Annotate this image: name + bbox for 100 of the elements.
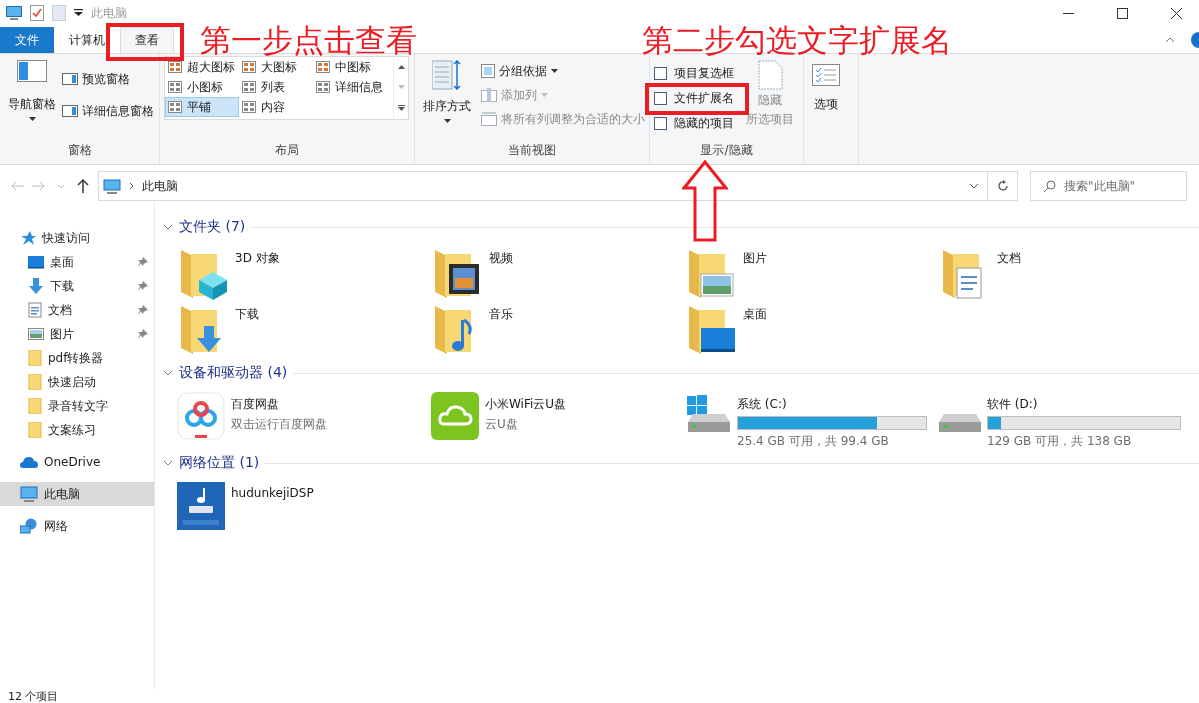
columns-icon bbox=[481, 112, 497, 126]
more-icon[interactable] bbox=[397, 105, 405, 111]
item-tile[interactable]: 3D 对象 bbox=[177, 244, 431, 300]
sidebar-item[interactable]: 下载 bbox=[0, 274, 154, 298]
view-icon bbox=[242, 61, 256, 73]
collapse-ribbon-icon[interactable] bbox=[1165, 37, 1175, 43]
desktop-icon bbox=[28, 255, 44, 269]
sidebar-item[interactable]: 桌面 bbox=[0, 250, 154, 274]
options-button[interactable]: 选项 bbox=[808, 64, 844, 117]
pin-icon[interactable] bbox=[138, 304, 148, 316]
sort-icon bbox=[432, 60, 462, 90]
layout-option[interactable]: 大图标 bbox=[239, 57, 313, 77]
layout-option[interactable]: 内容 bbox=[239, 97, 313, 117]
layout-option[interactable]: 中图标 bbox=[313, 57, 393, 77]
group-icon bbox=[481, 64, 495, 78]
picture-icon bbox=[28, 328, 44, 340]
layout-option[interactable]: 平铺 bbox=[165, 97, 239, 117]
network-icon bbox=[20, 518, 38, 534]
search-icon bbox=[1043, 179, 1056, 193]
ribbon-tab[interactable]: 文件 bbox=[0, 27, 54, 53]
item-tile[interactable]: 图片 bbox=[685, 244, 939, 300]
view-icon bbox=[316, 81, 330, 93]
address-field[interactable]: 此电脑 bbox=[98, 171, 988, 201]
preview-pane-button[interactable]: 预览窗格 bbox=[62, 68, 154, 90]
item-tile[interactable]: 系统 (C:) 25.4 GB 可用，共 99.4 GB bbox=[685, 390, 939, 446]
sidebar-item[interactable]: 网络 bbox=[0, 514, 154, 538]
details-pane-button[interactable]: 详细信息窗格 bbox=[62, 100, 154, 122]
sidebar-item[interactable]: OneDrive bbox=[0, 450, 154, 474]
item-tile[interactable]: 视频 bbox=[431, 244, 685, 300]
pin-icon[interactable] bbox=[138, 328, 148, 340]
caret-icon bbox=[443, 119, 451, 123]
item-tile[interactable]: 文档 bbox=[939, 244, 1193, 300]
computer-icon bbox=[20, 486, 38, 502]
sidebar-item[interactable]: 文档 bbox=[0, 298, 154, 322]
pin-icon[interactable] bbox=[138, 280, 148, 292]
item-tile[interactable]: 软件 (D:) 129 GB 可用，共 138 GB bbox=[939, 390, 1193, 446]
search-field[interactable]: 搜索"此电脑" bbox=[1030, 171, 1187, 201]
item-tile[interactable]: 小米WiFi云U盘 云U盘 bbox=[431, 390, 685, 446]
collapse-icon[interactable] bbox=[163, 224, 173, 230]
cloud-icon bbox=[20, 456, 38, 468]
dropdown-icon[interactable] bbox=[74, 9, 83, 17]
refresh-button[interactable] bbox=[988, 171, 1018, 201]
sidebar-item[interactable]: pdf转换器 bbox=[0, 346, 154, 370]
item-tile[interactable]: 下载 bbox=[177, 300, 431, 356]
folder-icon bbox=[28, 398, 42, 414]
cloud-app-icon bbox=[431, 392, 479, 440]
annotation-text: 第二步勾选文字扩展名 bbox=[642, 21, 952, 60]
sidebar-item[interactable]: 此电脑 bbox=[0, 482, 154, 506]
pin-icon[interactable] bbox=[138, 256, 148, 268]
sidebar-item[interactable]: 图片 bbox=[0, 322, 154, 346]
caret-icon bbox=[541, 93, 548, 97]
group-by-button[interactable]: 分组依据 bbox=[481, 60, 645, 82]
ribbon-tab[interactable]: 计算机 bbox=[54, 27, 120, 53]
group-label: 布局 bbox=[275, 142, 299, 159]
caret-icon bbox=[551, 69, 558, 73]
group-label: 显示/隐藏 bbox=[700, 142, 753, 159]
scroll-up-icon[interactable] bbox=[397, 65, 405, 69]
computer-icon bbox=[103, 178, 121, 194]
layout-option[interactable]: 列表 bbox=[239, 77, 313, 97]
group-label: 窗格 bbox=[67, 142, 92, 159]
cloud-app-icon bbox=[177, 392, 225, 440]
layout-option[interactable]: 超大图标 bbox=[165, 57, 239, 77]
folder-icon bbox=[28, 350, 42, 366]
sidebar-item[interactable]: 文案练习 bbox=[0, 418, 154, 442]
sort-by-button[interactable]: 排序方式 bbox=[419, 58, 475, 142]
view-icon bbox=[242, 101, 256, 113]
view-icon bbox=[316, 61, 330, 73]
up-arrow-icon bbox=[77, 179, 89, 193]
checkbox[interactable]: 文件扩展名 bbox=[654, 86, 734, 111]
ribbon-tab[interactable]: 查看 bbox=[120, 27, 174, 53]
star-icon bbox=[20, 230, 36, 246]
refresh-icon bbox=[996, 180, 1009, 192]
sidebar-item[interactable]: 快速访问 bbox=[0, 226, 154, 250]
chevron-down-icon[interactable] bbox=[969, 183, 979, 189]
chevron-right-icon bbox=[129, 182, 134, 190]
computer-icon bbox=[6, 6, 22, 20]
navigation-pane-button[interactable]: 导航窗格 bbox=[4, 58, 60, 142]
document-icon bbox=[28, 302, 42, 318]
sidebar-item[interactable]: 快速启动 bbox=[0, 370, 154, 394]
item-tile[interactable]: 百度网盘 双击运行百度网盘 bbox=[177, 390, 431, 446]
collapse-icon[interactable] bbox=[163, 370, 173, 376]
item-tile[interactable]: hudunkejiDSP bbox=[177, 480, 431, 536]
view-icon bbox=[168, 101, 182, 113]
section-title: 网络位置 (1) bbox=[179, 454, 260, 472]
maximize-icon bbox=[1116, 7, 1128, 19]
layout-option[interactable]: 小图标 bbox=[165, 77, 239, 97]
item-tile[interactable]: 音乐 bbox=[431, 300, 685, 356]
properties-icon[interactable] bbox=[30, 5, 44, 21]
item-tile[interactable]: 桌面 bbox=[685, 300, 939, 356]
checkbox[interactable]: 项目复选框 bbox=[654, 61, 734, 86]
checkbox[interactable]: 隐藏的项目 bbox=[654, 111, 734, 136]
download-icon bbox=[28, 278, 44, 294]
folder-icon bbox=[28, 422, 42, 438]
collapse-icon[interactable] bbox=[163, 460, 173, 466]
view-icon bbox=[242, 81, 256, 93]
layout-option[interactable]: 详细信息 bbox=[313, 77, 393, 97]
section-title: 设备和驱动器 (4) bbox=[179, 364, 288, 382]
sidebar-item[interactable]: 录音转文字 bbox=[0, 394, 154, 418]
system-drive-icon bbox=[685, 394, 731, 434]
back-icon bbox=[10, 181, 24, 191]
